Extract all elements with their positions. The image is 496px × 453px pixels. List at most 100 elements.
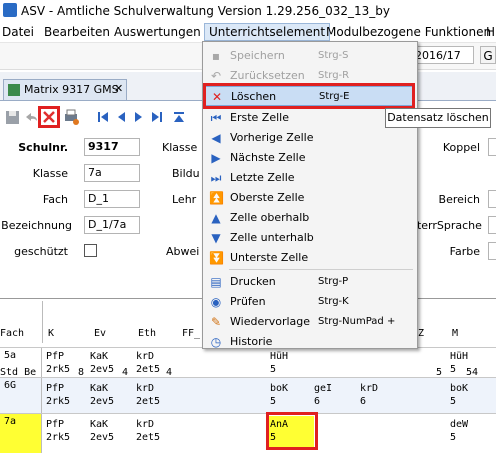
menu-item-label: Zelle unterhalb xyxy=(230,231,314,244)
grid-cell[interactable]: HüH 5 xyxy=(270,350,288,376)
next-cell-icon[interactable] xyxy=(130,108,148,126)
grid-cell[interactable]: krD 2et5 xyxy=(136,350,160,376)
menu-item-label: Erste Zelle xyxy=(230,111,289,124)
row-class-cell[interactable]: 7a xyxy=(0,414,42,453)
last-cell-icon[interactable] xyxy=(148,108,166,126)
menu-modulbezogene-funktionen[interactable]: Modulbezogene Funktionen xyxy=(326,25,491,39)
menu-item-zelle-unterhalb[interactable]: ▼ Zelle unterhalb xyxy=(204,228,414,248)
school-year-select[interactable]: 2016/17 xyxy=(412,46,474,64)
close-icon[interactable]: ✕ xyxy=(114,82,123,95)
history-icon: ◷ xyxy=(210,335,222,349)
row-class-cell[interactable]: 6G xyxy=(0,378,42,414)
undo-icon: ↶ xyxy=(210,69,222,83)
print-icon: ▤ xyxy=(210,275,222,289)
menu-item-label: Vorherige Zelle xyxy=(230,131,314,144)
fach-field[interactable]: D_1 xyxy=(84,190,140,208)
bottom-cell-icon: ⏬ xyxy=(209,251,224,265)
grid-cell[interactable]: boK 5 xyxy=(270,382,288,408)
grid-cell[interactable]: krD 6 xyxy=(360,382,378,408)
bezeichnung-field[interactable]: D_1/7a xyxy=(84,216,140,234)
print-icon[interactable] xyxy=(62,108,80,126)
selected-item-highlight xyxy=(203,83,415,109)
last-cell-icon: ⏭ xyxy=(210,171,222,185)
menu-item-historie[interactable]: ◷ Historie xyxy=(204,332,414,352)
fach-label: Fach xyxy=(42,193,68,206)
menu-item-shortcut: Strg-K xyxy=(318,296,349,307)
schulnr-label: Schulnr. xyxy=(18,141,68,154)
menu-item-label: Zurücksetzen xyxy=(230,69,305,82)
unterrichtssprache-field[interactable] xyxy=(488,216,496,234)
menu-item-shortcut: Strg-P xyxy=(318,276,349,287)
bereich-field[interactable] xyxy=(488,190,496,208)
menu-item-shortcut: Strg-NumPad + xyxy=(318,316,396,327)
lehrer-label: Lehr xyxy=(172,193,197,206)
koppel-label: Koppel xyxy=(442,141,480,154)
row-class-cell[interactable]: 5a xyxy=(0,348,42,378)
menu-item-label: Historie xyxy=(230,335,273,348)
abweichung-label: Abwei xyxy=(166,245,200,258)
tooltip: Datensatz löschen xyxy=(385,108,491,128)
grid-cell[interactable]: KaK 2ev5 xyxy=(90,350,114,376)
grid-cell[interactable]: KaK 2ev5 xyxy=(90,382,114,408)
bereich-label: Bereich xyxy=(438,193,480,206)
farbe-field[interactable] xyxy=(488,242,496,260)
tab-label: Matrix 9317 GMS xyxy=(24,83,119,96)
g-button[interactable]: G xyxy=(480,46,496,64)
schulnr-field[interactable]: 9317 xyxy=(84,138,140,156)
unterrichtselement-menu: ▪ Speichern Strg-S ↶ Zurücksetzen Strg-R ✕ Lösc… xyxy=(202,41,418,349)
menu-item-unterste-zelle[interactable]: ⏬ Unterste Zelle xyxy=(204,248,414,268)
geschuetzt-checkbox[interactable] xyxy=(84,244,97,257)
menu-item-label: Oberste Zelle xyxy=(230,191,305,204)
menu-item-zelle-oberhalb[interactable]: ▲ Zelle oberhalb xyxy=(204,208,414,228)
menu-item-label: Nächste Zelle xyxy=(230,151,306,164)
grid-cell[interactable]: krD 2et5 xyxy=(136,418,160,444)
menu-item-speichern[interactable]: ▪ Speichern Strg-S xyxy=(204,46,414,66)
prev-cell-icon[interactable] xyxy=(112,108,130,126)
first-cell-icon: ⏮ xyxy=(210,111,222,125)
menu-item-oberste-zelle[interactable]: ⏫ Oberste Zelle xyxy=(204,188,414,208)
menu-item-nächste-zelle[interactable]: ▶ Nächste Zelle xyxy=(204,148,414,168)
menu-item-label: Drucken xyxy=(230,275,276,288)
menu-item-letzte-zelle[interactable]: ⏭ Letzte Zelle xyxy=(204,168,414,188)
grid-cell[interactable]: PfP 2rk5 xyxy=(46,382,70,408)
menu-bar: Datei Bearbeiten Auswertungen Unterricht… xyxy=(0,22,496,43)
title-bar: ASV - Amtliche Schulverwaltung Version 1… xyxy=(0,0,496,22)
klasse-field[interactable]: 7a xyxy=(84,164,140,182)
menu-bearbeiten[interactable]: Bearbeiten xyxy=(44,25,110,39)
bildung-label: Bildu xyxy=(172,167,200,180)
app-icon xyxy=(3,3,17,17)
klasse-label: Klasse xyxy=(32,167,68,180)
save-icon[interactable] xyxy=(4,108,22,126)
menu-item-wiedervorlage[interactable]: ✎ Wiedervorlage Strg-NumPad + xyxy=(204,312,414,332)
next-cell-icon: ▶ xyxy=(211,151,221,165)
tab-matrix[interactable]: Matrix 9317 GMS ✕ xyxy=(3,79,127,100)
selected-cell-highlight xyxy=(266,412,318,450)
top-cell-icon[interactable] xyxy=(170,108,188,126)
delete-button[interactable] xyxy=(38,106,60,128)
menu-item-label: Unterste Zelle xyxy=(230,251,309,264)
grid-cell[interactable]: boK 5 xyxy=(450,382,468,408)
grid-cell[interactable]: geI 6 xyxy=(314,382,332,408)
grid-cell[interactable]: HüH 5 xyxy=(450,350,468,376)
first-cell-icon[interactable] xyxy=(94,108,112,126)
grid-cell[interactable]: PfP 2rk5 xyxy=(46,418,70,444)
menu-h[interactable]: H xyxy=(486,25,495,39)
menu-item-label: Speichern xyxy=(230,49,285,62)
header-fach: Fach xyxy=(0,328,25,339)
menu-item-erste-zelle[interactable]: ⏮ Erste Zelle xyxy=(204,108,414,128)
menu-separator xyxy=(229,269,413,270)
menu-datei[interactable]: Datei xyxy=(2,25,34,39)
menu-item-label: Zelle oberhalb xyxy=(230,211,310,224)
menu-item-vorherige-zelle[interactable]: ◀ Vorherige Zelle xyxy=(204,128,414,148)
grid-cell[interactable]: krD 2et5 xyxy=(136,382,160,408)
menu-item-drucken[interactable]: ▤ Drucken Strg-P xyxy=(204,272,414,292)
menu-item-prüfen[interactable]: ◉ Prüfen Strg-K xyxy=(204,292,414,312)
menu-unterrichtselement[interactable]: Unterrichtselement xyxy=(204,23,331,41)
grid-cell[interactable]: deW 5 xyxy=(450,418,468,444)
koppel-field[interactable] xyxy=(488,138,496,156)
menu-item-label: Letzte Zelle xyxy=(230,171,295,184)
menu-auswertungen[interactable]: Auswertungen xyxy=(114,25,201,39)
grid-cell[interactable]: KaK 2ev5 xyxy=(90,418,114,444)
grid-cell[interactable]: PfP 2rk5 xyxy=(46,350,70,376)
menu-item-label: Wiedervorlage xyxy=(230,315,311,328)
